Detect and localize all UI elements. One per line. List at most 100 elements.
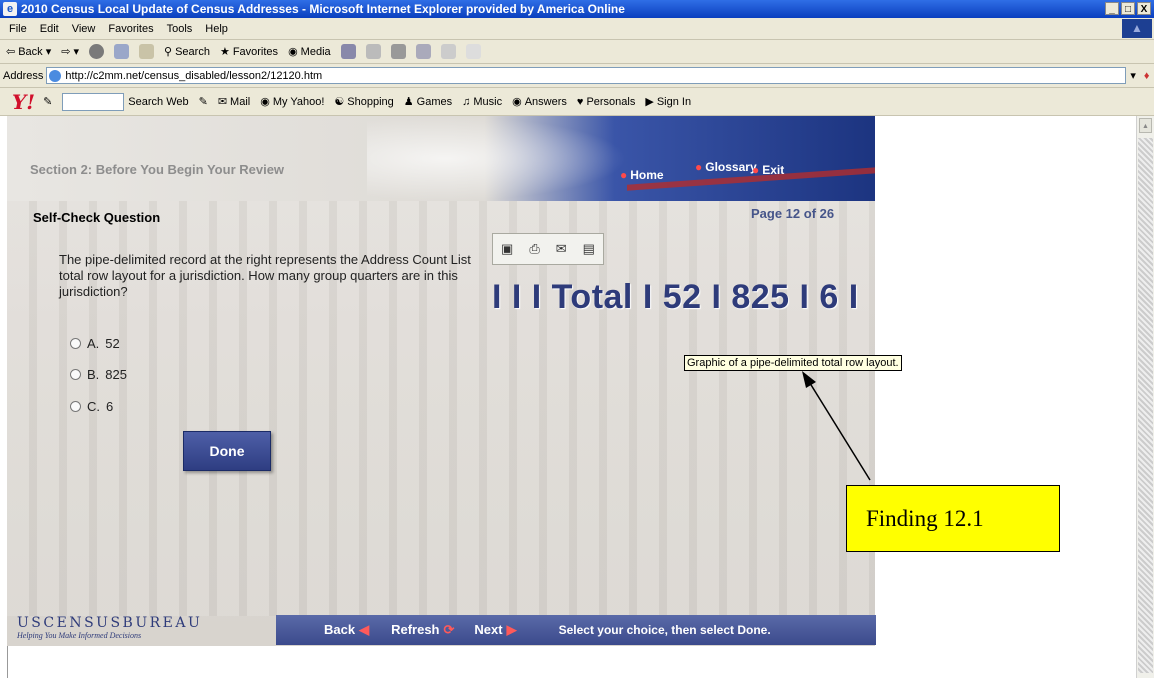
mail-button[interactable]: [365, 44, 381, 59]
aol-logo-icon: ▲: [1122, 19, 1152, 38]
scroll-track[interactable]: [1138, 138, 1153, 673]
media-label: Media: [300, 45, 331, 58]
mail-icon: ✉: [217, 96, 228, 108]
messenger-button[interactable]: [465, 44, 481, 59]
search-icon: ⚲: [164, 46, 173, 58]
menu-edit[interactable]: Edit: [40, 23, 59, 35]
menu-file[interactable]: File: [9, 23, 27, 35]
next-lesson-label: Next: [474, 622, 503, 637]
save-icon[interactable]: ▣: [501, 241, 513, 257]
back-arrow-icon: ⇦: [6, 46, 16, 58]
question-text: The pipe-delimited record at the right r…: [59, 252, 471, 299]
answers-icon: ◉: [512, 96, 522, 108]
image-toolbar: ▣ ⎙ ✉ ▤: [492, 233, 604, 265]
next-lesson-button[interactable]: Next ▶: [474, 622, 516, 638]
highlight-icon[interactable]: ✎: [199, 95, 208, 108]
discuss-button[interactable]: [440, 44, 456, 59]
acrobat-icon[interactable]: ♦: [1144, 70, 1150, 82]
stop-button[interactable]: [89, 44, 105, 59]
my-yahoo-button[interactable]: ◉ My Yahoo!: [260, 95, 324, 109]
media-button[interactable]: ◉ Media: [288, 45, 331, 59]
menu-tools[interactable]: Tools: [167, 23, 193, 35]
favorites-button[interactable]: ★ Favorites: [220, 45, 278, 59]
print-button[interactable]: [390, 44, 406, 59]
option-c[interactable]: C. 6: [70, 399, 113, 414]
back-button[interactable]: ⇦ Back ▾: [6, 45, 51, 59]
option-c-letter: C.: [87, 399, 100, 414]
mail-icon: [365, 44, 381, 59]
history-icon: [340, 44, 356, 59]
lesson-nav-bar: Back ◀ Refresh ⟳ Next ▶ Select your choice,…: [276, 615, 876, 645]
personals-label: Personals: [586, 95, 636, 108]
nav-glossary-label: Glossary: [705, 160, 757, 174]
bullet-icon: ●: [620, 168, 628, 182]
menu-help[interactable]: Help: [205, 23, 228, 35]
address-label: Address: [3, 69, 44, 82]
home-button[interactable]: [139, 44, 155, 59]
mail-button[interactable]: ✉ Mail: [217, 95, 250, 109]
answers-button[interactable]: ◉ Answers: [512, 95, 567, 109]
games-button[interactable]: ♟ Games: [403, 95, 452, 109]
window-title: 2010 Census Local Update of Census Addre…: [21, 2, 625, 16]
search-web-button[interactable]: Search Web: [128, 96, 188, 108]
nav-exit[interactable]: ● Exit: [752, 163, 784, 177]
search-button[interactable]: ⚲ Search: [164, 45, 210, 59]
heart-icon: ♥: [576, 95, 584, 108]
my-pictures-icon[interactable]: ▤: [583, 241, 595, 257]
radio-b[interactable]: [70, 369, 81, 380]
refresh-button[interactable]: [114, 44, 130, 59]
scroll-up-icon[interactable]: ▲: [1139, 118, 1152, 133]
menu-view[interactable]: View: [72, 23, 96, 35]
refresh-icon: ⟳: [443, 622, 455, 637]
address-dropdown-icon[interactable]: ▾: [1130, 69, 1136, 82]
print-icon[interactable]: ⎙: [529, 241, 539, 257]
done-button[interactable]: Done: [183, 431, 271, 471]
option-b[interactable]: B. 825: [70, 367, 127, 382]
edit-icon: [415, 44, 431, 59]
edit-button[interactable]: [415, 44, 431, 59]
back-label: Back: [18, 45, 43, 58]
email-icon[interactable]: ✉: [556, 241, 567, 257]
radio-c[interactable]: [70, 401, 81, 412]
page-content: ▲: [0, 116, 1154, 678]
maximize-button[interactable]: □: [1121, 2, 1135, 15]
shopping-button[interactable]: ☯ Shopping: [334, 95, 394, 109]
messenger-icon: [465, 44, 481, 59]
games-icon: ♟: [403, 96, 414, 108]
page-icon: [49, 69, 62, 82]
music-button[interactable]: ♫ Music: [462, 96, 502, 108]
shopping-icon: ☯: [334, 96, 345, 108]
shopping-label: Shopping: [347, 95, 394, 108]
option-b-value: 825: [105, 367, 127, 382]
callout-arrow: [802, 371, 871, 481]
window-titlebar: e 2010 Census Local Update of Census Add…: [0, 0, 1154, 18]
sign-in-button[interactable]: ▶ Sign In: [645, 95, 691, 109]
refresh-lesson-button[interactable]: Refresh ⟳: [391, 622, 454, 638]
nav-home[interactable]: ● Home: [620, 168, 664, 182]
vertical-scrollbar[interactable]: ▲: [1136, 116, 1154, 678]
callout-arrow-line: [807, 379, 871, 481]
instruction-text: Select your choice, then select Done.: [558, 623, 771, 637]
pencil-icon[interactable]: ✎: [43, 95, 52, 108]
address-url: http://c2mm.net/census_disabled/lesson2/…: [65, 69, 323, 82]
close-button[interactable]: X: [1137, 2, 1151, 15]
music-label: Music: [473, 95, 503, 108]
address-bar: Address http://c2mm.net/census_disabled/…: [0, 64, 1154, 88]
refresh-lesson-label: Refresh: [391, 622, 440, 637]
bullet-icon: ●: [752, 163, 760, 177]
logo-name: USCENSUSBUREAU: [17, 615, 203, 631]
radio-a[interactable]: [70, 338, 81, 349]
yahoo-search-input[interactable]: [62, 92, 125, 111]
back-lesson-button[interactable]: Back ◀: [324, 622, 369, 638]
yahoo-logo[interactable]: Y!: [12, 90, 35, 114]
minimize-button[interactable]: _: [1105, 2, 1119, 15]
menu-favorites[interactable]: Favorites: [108, 23, 153, 35]
address-input[interactable]: http://c2mm.net/census_disabled/lesson2/…: [46, 67, 1127, 84]
finding-callout: Finding 12.1: [846, 485, 1060, 552]
nav-glossary[interactable]: ● Glossary: [695, 160, 757, 174]
history-button[interactable]: [340, 44, 356, 59]
forward-button[interactable]: ⇨ ▾: [61, 45, 79, 58]
option-a[interactable]: A. 52: [70, 336, 120, 351]
personals-button[interactable]: ♥ Personals: [577, 96, 635, 108]
window-controls: _ □ X: [1105, 2, 1151, 15]
